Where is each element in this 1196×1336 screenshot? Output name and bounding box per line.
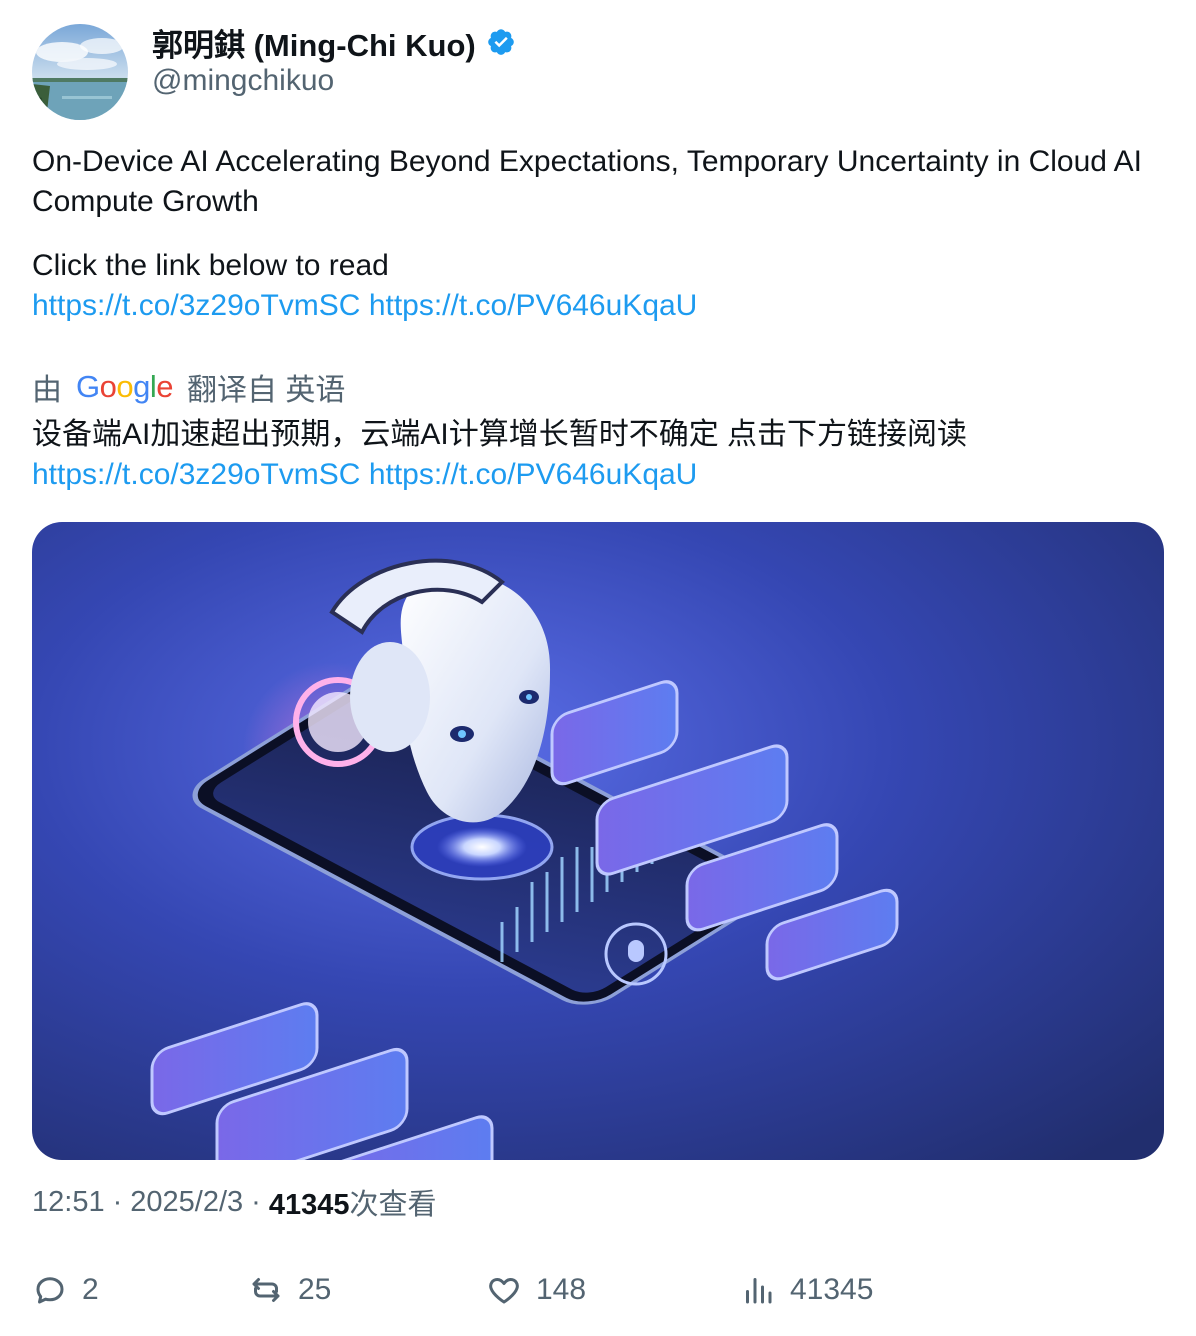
analytics-bar-icon: [746, 1278, 772, 1304]
reply-button[interactable]: 2: [32, 1268, 99, 1312]
author-avatar[interactable]: [32, 24, 128, 120]
author-display-name[interactable]: 郭明錤 (Ming-Chi Kuo): [152, 20, 476, 65]
reply-icon: [36, 1277, 64, 1304]
google-logo: Google: [76, 369, 174, 404]
verified-badge-icon: [487, 29, 514, 55]
tweet-call-to-action: Click the link below to read: [32, 249, 389, 282]
translated-links: https://t.co/3z29oTvmSC https://t.co/PV6…: [32, 455, 1152, 495]
tweet-media-image[interactable]: [32, 522, 1164, 1160]
tweet-text: On-Device AI Accelerating Beyond Expecta…: [32, 142, 1152, 326]
views-summary: 41345次查看: [269, 1181, 437, 1223]
tweet-headline: On-Device AI Accelerating Beyond Expecta…: [32, 145, 1143, 218]
tweet-action-bar: 2 25 148 41345: [32, 1268, 1164, 1312]
meta-separator: ·: [112, 1185, 123, 1218]
repost-button[interactable]: 25: [248, 1268, 331, 1312]
ai-smartphone-illustration: [32, 522, 1164, 1160]
like-count: 148: [536, 1273, 587, 1306]
author-name-row[interactable]: 郭明錤 (Ming-Chi Kuo): [152, 20, 516, 65]
views-action-count: 41345: [790, 1273, 874, 1306]
tweet-date[interactable]: 2025/2/3: [130, 1186, 243, 1219]
tweet-link-1[interactable]: https://t.co/3z29oTvmSC: [32, 289, 360, 322]
tweet-links: https://t.co/3z29oTvmSC https://t.co/PV6…: [32, 286, 1152, 326]
translation-attribution: 由 Google 翻译自 英语: [32, 367, 345, 407]
translation-suffix: 翻译自 英语: [187, 374, 346, 407]
views-button[interactable]: 41345: [740, 1268, 873, 1312]
repost-icon: [252, 1278, 280, 1302]
reply-count: 2: [82, 1273, 99, 1306]
repost-count: 25: [298, 1273, 332, 1306]
views-count: 41345: [268, 1189, 350, 1221]
tweet-link-2[interactable]: https://t.co/PV646uKqaU: [369, 289, 698, 322]
translated-body: 设备端AI加速超出预期，云端AI计算增长暂时不确定 点击下方链接阅读: [32, 418, 968, 451]
like-button[interactable]: 148: [486, 1268, 586, 1312]
meta-separator: ·: [251, 1185, 261, 1218]
tweet-meta: 12:51 · 2025/2/3 · 41345次查看: [32, 1182, 436, 1222]
tweet-time[interactable]: 12:51: [32, 1186, 105, 1219]
author-handle[interactable]: @mingchikuo: [152, 64, 334, 98]
translated-text: 设备端AI加速超出预期，云端AI计算增长暂时不确定 点击下方链接阅读 https…: [32, 415, 1152, 495]
translated-link-2[interactable]: https://t.co/PV646uKqaU: [369, 458, 698, 491]
views-label: 次查看: [349, 1189, 437, 1221]
translation-prefix: 由: [32, 374, 62, 407]
avatar-image: [32, 24, 128, 120]
heart-icon: [489, 1278, 519, 1304]
translated-link-1[interactable]: https://t.co/3z29oTvmSC: [32, 458, 360, 491]
